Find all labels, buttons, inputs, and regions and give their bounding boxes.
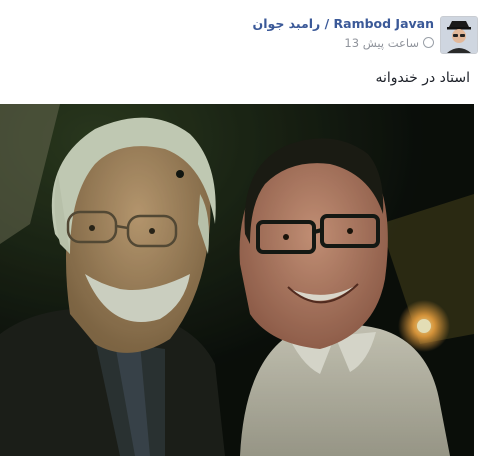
author-name[interactable]: رامبد جوان / Rambod Javan <box>253 16 434 31</box>
clock-icon <box>423 37 434 48</box>
photo-image <box>0 104 474 456</box>
author-avatar[interactable] <box>440 16 478 54</box>
facebook-post: رامبد جوان / Rambod Javan 13 ساعت پیش اس… <box>0 0 484 460</box>
avatar-icon <box>441 17 477 53</box>
post-caption: استاد در خندوانه <box>375 70 470 86</box>
post-timestamp[interactable]: 13 ساعت پیش <box>344 36 434 50</box>
post-photo[interactable] <box>0 104 474 456</box>
post-timestamp-text: 13 ساعت پیش <box>344 36 419 50</box>
